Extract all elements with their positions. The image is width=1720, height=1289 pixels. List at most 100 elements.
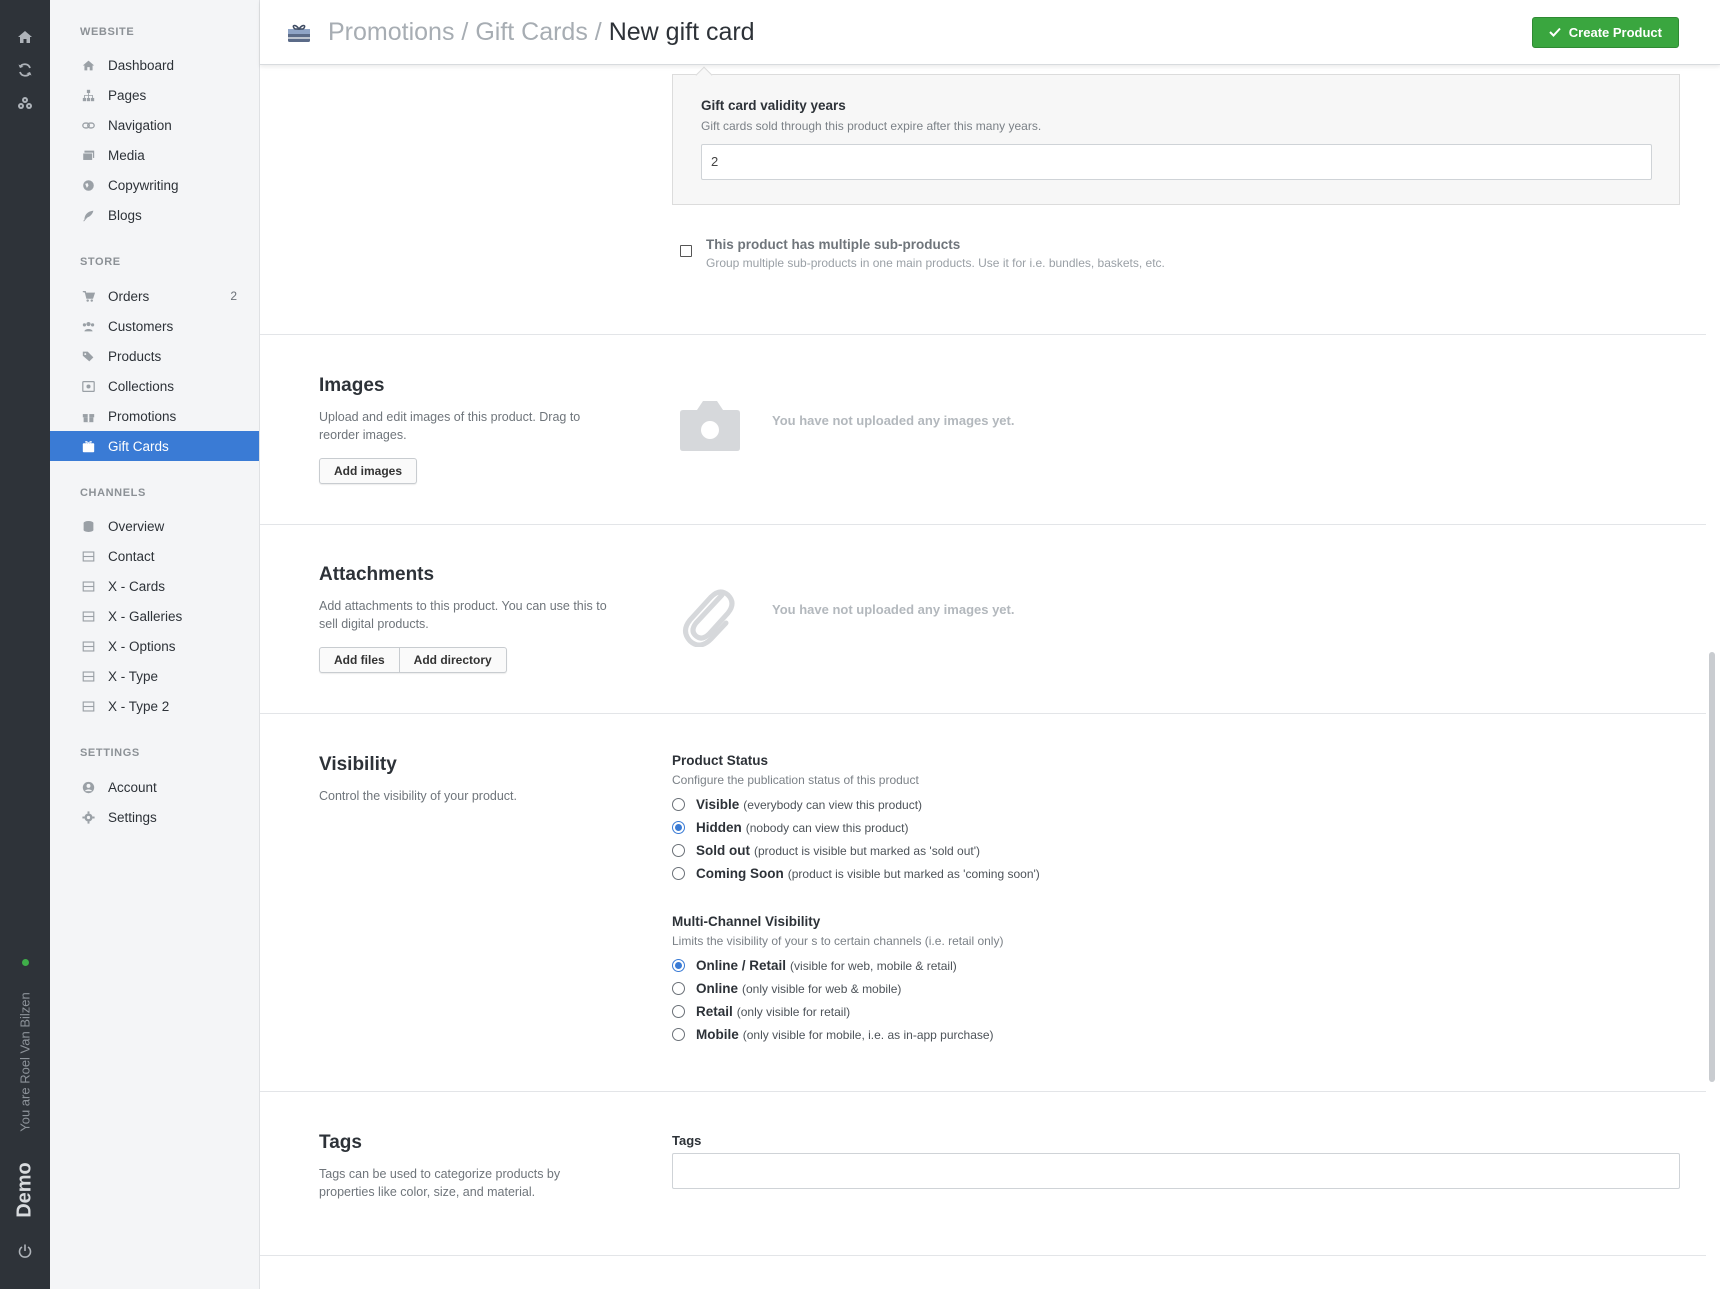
sidebar-item-customers[interactable]: Customers [50, 311, 259, 341]
radio-hint: (only visible for web & mobile) [742, 981, 902, 996]
channel-option[interactable]: Online (only visible for web & mobile) [672, 981, 901, 996]
validity-years-input[interactable]: 2 [701, 144, 1652, 180]
attachments-description: Add attachments to this product. You can… [319, 599, 607, 631]
page-title: New gift card [608, 18, 755, 46]
radio-label: Visible [696, 797, 740, 812]
window-icon [80, 578, 97, 595]
sidebar-item-pages[interactable]: Pages [50, 80, 259, 110]
sidebar-item-orders[interactable]: Orders 2 [50, 281, 259, 311]
validity-hint: Gift cards sold through this product exp… [701, 119, 1042, 133]
status-option[interactable]: Coming Soon (product is visible but marke… [672, 866, 1040, 881]
window-icon [80, 698, 97, 715]
subproducts-checkbox[interactable] [680, 245, 692, 257]
window-icon [80, 638, 97, 655]
channel-option[interactable]: Mobile (only visible for mobile, i.e. as … [672, 1027, 994, 1042]
radio-button[interactable] [672, 798, 685, 811]
gift-card-icon [80, 438, 97, 455]
sidebar-item-settings[interactable]: Settings [50, 802, 259, 832]
add-files-button[interactable]: Add files [320, 648, 399, 672]
workspace-name[interactable]: Demo [14, 1162, 37, 1218]
sidebar-item-blogs[interactable]: Blogs [50, 200, 259, 230]
main-content: Gift card validity years Gift cards sold… [260, 65, 1706, 1289]
sidebar-item-dashboard[interactable]: Dashboard [50, 50, 259, 80]
database-icon [80, 518, 97, 535]
radio-hint: (product is visible but marked as 'sold … [754, 843, 981, 858]
attachments-empty-text: You have not uploaded any images yet. [772, 602, 1015, 617]
images-empty-text: You have not uploaded any images yet. [772, 413, 1015, 428]
sidebar-item-label: Copywriting [108, 177, 179, 193]
sidebar-item-collections[interactable]: Collections [50, 371, 259, 401]
sidebar-item-x-type[interactable]: X - Type [50, 661, 259, 691]
sidebar-item-label: Products [108, 348, 162, 364]
radio-button[interactable] [672, 1005, 685, 1018]
breadcrumb: Promotions / Gift Cards / New gift card [328, 18, 755, 47]
gift-card-icon [287, 23, 311, 43]
radio-label: Online / Retail [696, 958, 787, 973]
breadcrumb-promotions[interactable]: Promotions [328, 18, 454, 46]
status-option[interactable]: Sold out (product is visible but marked a… [672, 843, 980, 858]
count-badge: 2 [230, 289, 237, 303]
users-cog-icon[interactable] [15, 95, 35, 115]
gift-icon [80, 408, 97, 425]
globe-icon [80, 177, 97, 194]
sidebar-item-x-type-2[interactable]: X - Type 2 [50, 691, 259, 721]
create-product-label: Create Product [1568, 25, 1662, 40]
power-icon[interactable] [15, 1243, 35, 1263]
sidebar-item-label: Gift Cards [108, 438, 169, 454]
radio-button[interactable] [672, 982, 685, 995]
tags-input[interactable] [672, 1153, 1680, 1189]
gear-icon [80, 809, 97, 826]
sidebar-item-contact[interactable]: Contact [50, 541, 259, 571]
sidebar-item-media[interactable]: Media [50, 140, 259, 170]
refresh-icon[interactable] [15, 62, 35, 82]
sidebar-item-label: X - Cards [108, 578, 166, 594]
sidebar-item-x-options[interactable]: X - Options [50, 631, 259, 661]
page-scrollbar[interactable] [1709, 652, 1715, 1082]
status-option[interactable]: Visible (everybody can view this product) [672, 797, 922, 812]
section-divider [260, 1091, 1706, 1092]
sidebar-item-products[interactable]: Products [50, 341, 259, 371]
collection-icon [80, 378, 97, 395]
sidebar-item-gift-cards[interactable]: Gift Cards [50, 431, 259, 461]
radio-button[interactable] [672, 867, 685, 880]
channel-option[interactable]: Retail (only visible for retail) [672, 1004, 850, 1019]
home-icon[interactable] [15, 29, 35, 49]
channel-visibility-hint: Limits the visibility of your s to certa… [672, 934, 1004, 948]
section-divider [260, 524, 1706, 525]
breadcrumb-gift-cards[interactable]: Gift Cards [475, 18, 588, 46]
sidebar-item-navigation[interactable]: Navigation [50, 110, 259, 140]
subproducts-label[interactable]: This product has multiple sub-products [706, 237, 960, 252]
sidebar-item-label: X - Options [108, 638, 176, 654]
subproducts-hint: Group multiple sub-products in one main … [706, 256, 1165, 270]
radio-button[interactable] [672, 1028, 685, 1041]
status-option[interactable]: Hidden (nobody can view this product) [672, 820, 909, 835]
camera-icon [679, 398, 741, 457]
create-product-button[interactable]: Create Product [1531, 17, 1679, 48]
sidebar-item-overview[interactable]: Overview [50, 511, 259, 541]
sidebar-item-account[interactable]: Account [50, 772, 259, 802]
validity-panel: Gift card validity years Gift cards sold… [672, 66, 1680, 205]
add-images-button[interactable]: Add images [319, 458, 418, 484]
sidebar-item-label: X - Galleries [108, 608, 183, 624]
topbar: Promotions / Gift Cards / New gift card … [260, 0, 1720, 65]
sidebar-item-label: Media [108, 147, 145, 163]
channel-option[interactable]: Online / Retail (visible for web, mobile … [672, 958, 957, 973]
feather-icon [80, 207, 97, 224]
sidebar-item-x-galleries[interactable]: X - Galleries [50, 601, 259, 631]
radio-button[interactable] [672, 844, 685, 857]
add-directory-button[interactable]: Add directory [398, 648, 506, 672]
sidebar-item-x-cards[interactable]: X - Cards [50, 571, 259, 601]
online-status-dot [22, 959, 29, 966]
radio-button[interactable] [672, 821, 685, 834]
sidebar-item-promotions[interactable]: Promotions [50, 401, 259, 431]
radio-label: Hidden [696, 820, 742, 835]
images-icon [80, 147, 97, 164]
cart-icon [80, 288, 97, 305]
sidebar-item-label: Pages [108, 87, 147, 103]
window-icon [80, 548, 97, 565]
section-divider [260, 334, 1706, 335]
radio-hint: (everybody can view this product) [743, 797, 923, 812]
sidebar-item-copywriting[interactable]: Copywriting [50, 170, 259, 200]
product-status-label: Product Status [672, 753, 769, 768]
radio-button[interactable] [672, 959, 685, 972]
